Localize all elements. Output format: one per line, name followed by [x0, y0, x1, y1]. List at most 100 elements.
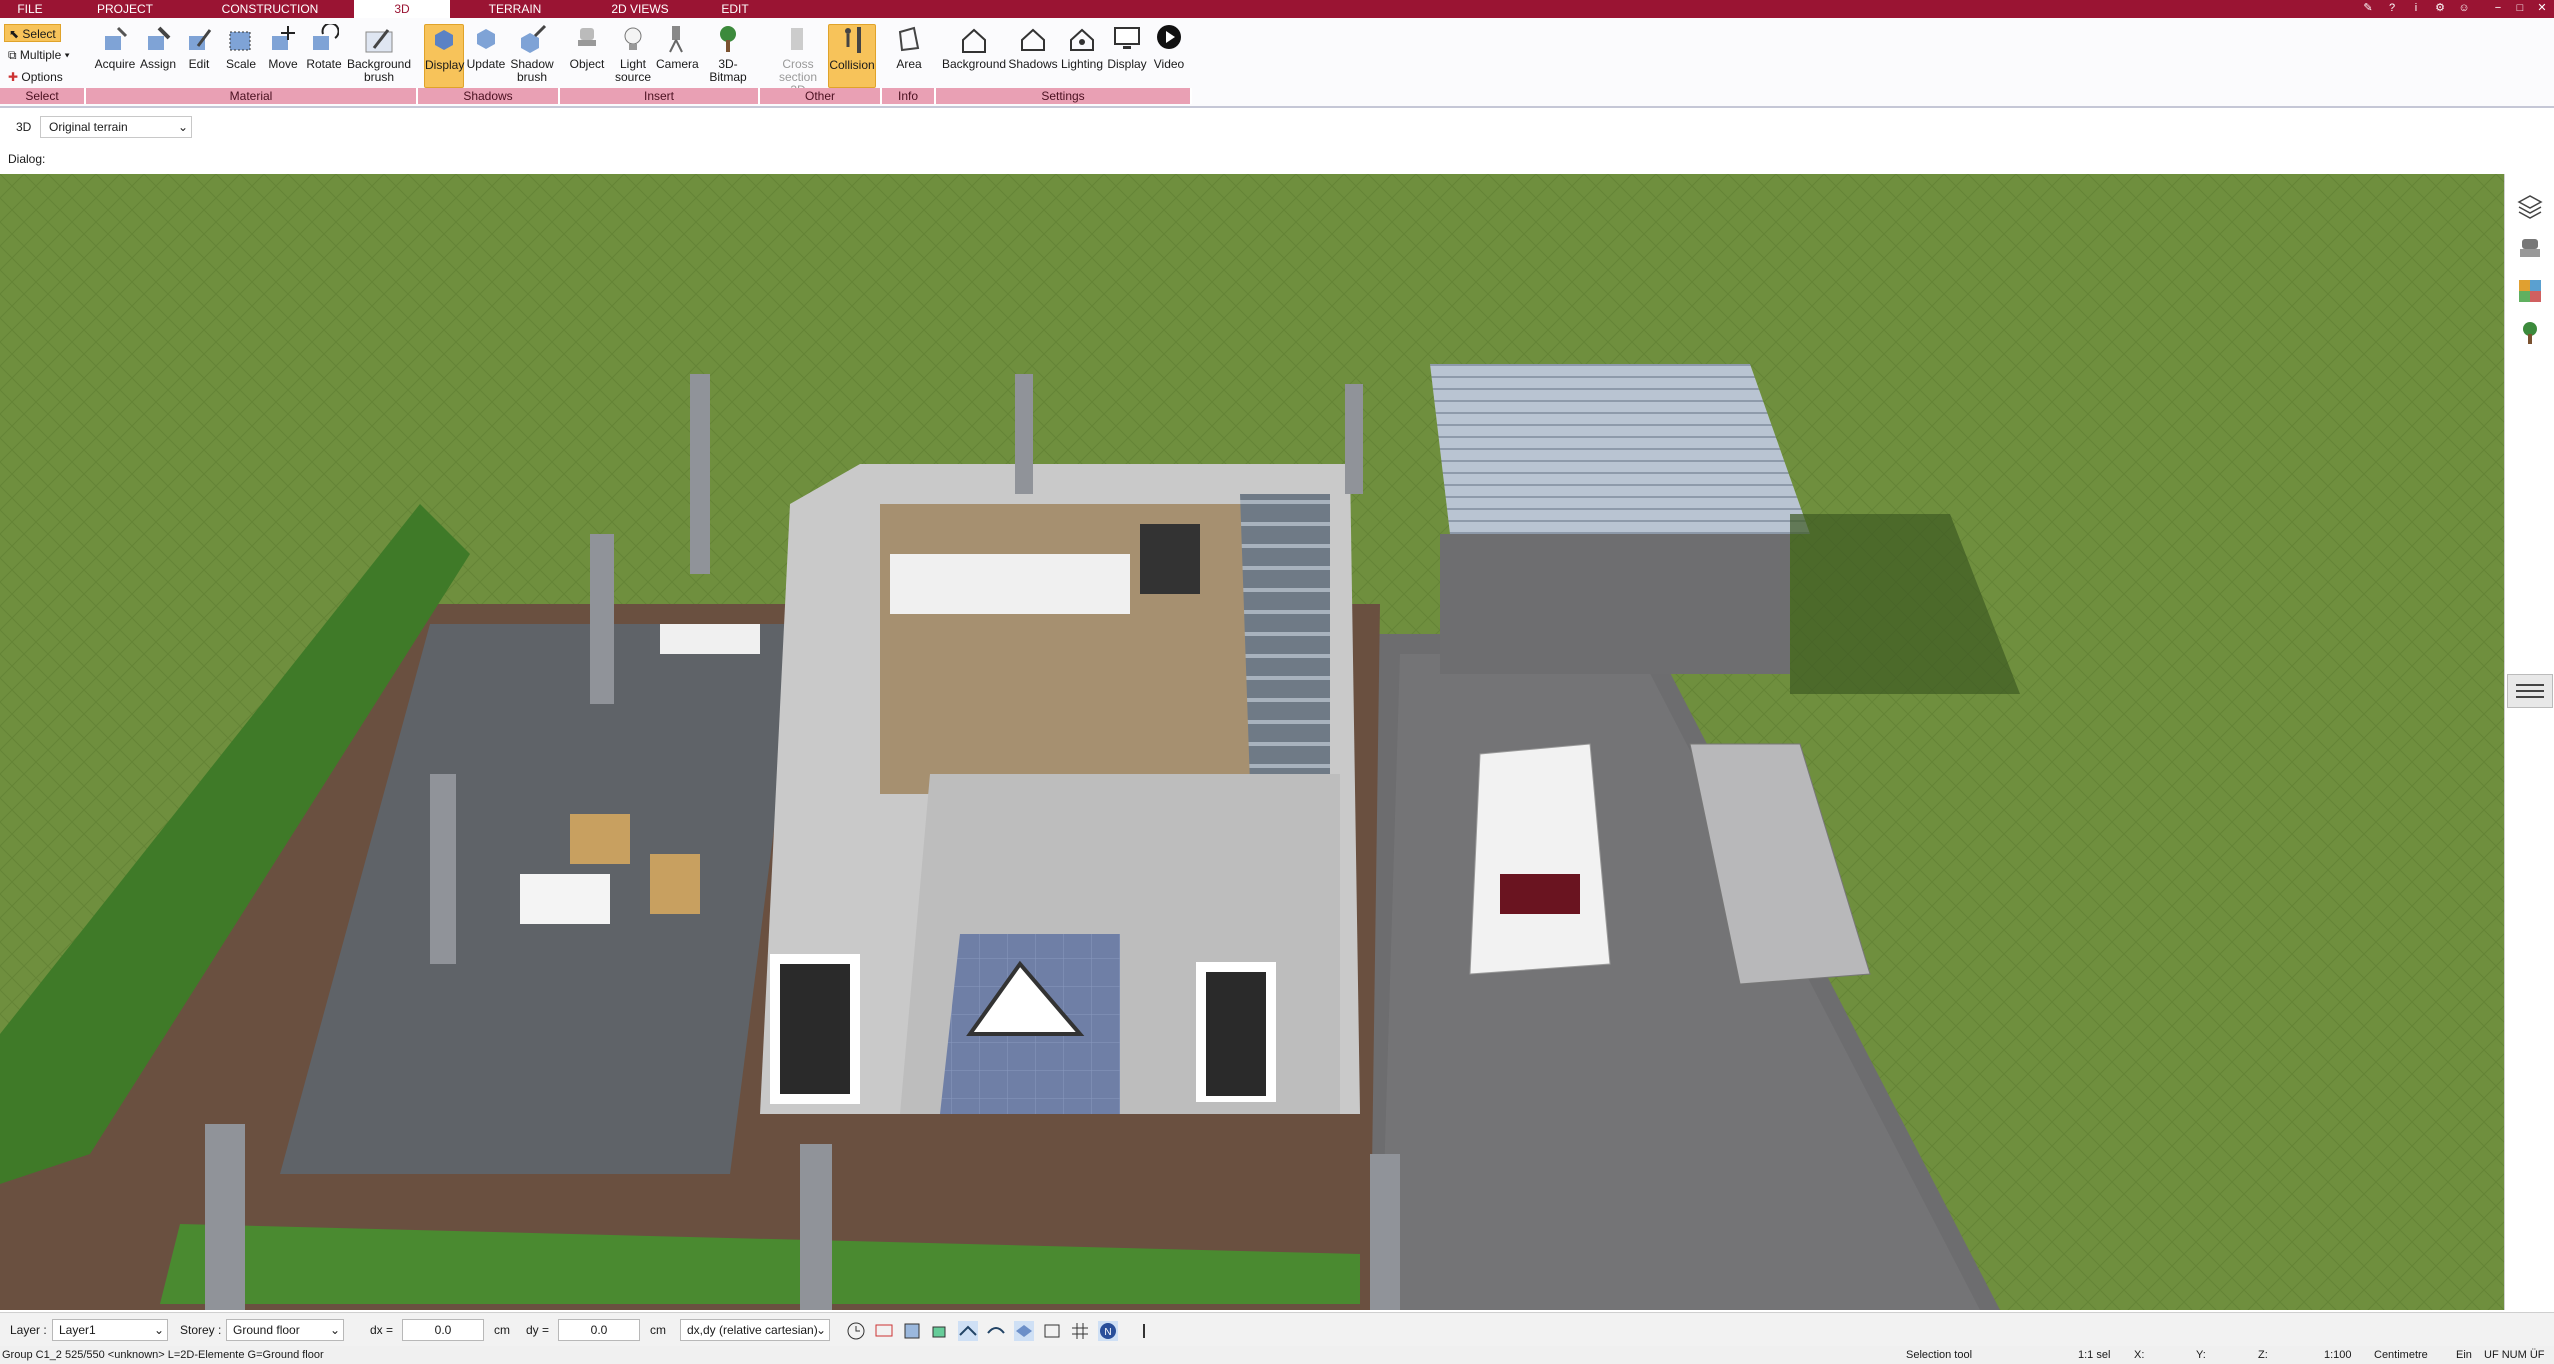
terrain-value: Original terrain	[49, 120, 128, 134]
cross-section-3d-button[interactable]: Cross section 3D	[770, 24, 826, 97]
dx-input[interactable]: 0.0	[402, 1319, 484, 1341]
view-mode-label: 3D	[16, 120, 32, 134]
screen-icon[interactable]	[874, 1321, 894, 1341]
terrain-icon[interactable]	[986, 1321, 1006, 1341]
area-button[interactable]: Area	[890, 24, 928, 71]
collision-button[interactable]: Collision	[828, 24, 876, 88]
multiple-button[interactable]: ⧉ Multiple ▾	[4, 46, 74, 64]
post-8	[1370, 1154, 1400, 1310]
dy-unit: cm	[650, 1323, 666, 1337]
view-selector-row: 3D Original terrain ⌄	[0, 112, 200, 142]
staircase	[1240, 494, 1330, 784]
multiple-icon: ⧉	[8, 48, 17, 62]
object-button[interactable]: Object	[566, 24, 608, 71]
close-button[interactable]: ✕	[2534, 1, 2550, 16]
tools-icon[interactable]: ✎	[2360, 1, 2376, 16]
options-button[interactable]: ✚ Options	[4, 68, 67, 86]
collision-icon	[845, 27, 861, 53]
dx-label: dx =	[370, 1323, 394, 1337]
edit-label: Edit	[188, 57, 210, 71]
menu-tab-bar: FILE PROJECT CONSTRUCTION 3D TERRAIN 2D …	[0, 0, 2554, 18]
3d-bitmap-button[interactable]: 3D-Bitmap	[700, 24, 756, 84]
post-4	[590, 534, 614, 704]
shadows-settings-label: Shadows	[1008, 57, 1058, 71]
white-car-interior	[1500, 874, 1580, 914]
tab-project[interactable]: PROJECT	[70, 0, 180, 18]
white-car	[1469, 743, 1611, 975]
move-icon	[272, 26, 295, 50]
layers-icon[interactable]	[2517, 194, 2543, 220]
hamburger-icon	[2516, 684, 2544, 698]
tab-3d[interactable]: 3D	[354, 0, 450, 18]
dy-value: 0.0	[590, 1323, 608, 1337]
tab-construction[interactable]: CONSTRUCTION	[190, 0, 350, 18]
move-label: Move	[268, 57, 298, 71]
status-unit: Centimetre	[2374, 1349, 2428, 1361]
materials-icon[interactable]	[2517, 278, 2543, 304]
wall-snap-icon[interactable]	[958, 1321, 978, 1341]
select-button[interactable]: ⬉ Select	[4, 24, 61, 42]
dy-input[interactable]: 0.0	[558, 1319, 640, 1341]
dx-value: 0.0	[434, 1323, 452, 1337]
storey-dropdown[interactable]: Ground floor ⌄	[226, 1319, 344, 1341]
move-button[interactable]: Move	[264, 24, 302, 71]
grid-icon[interactable]	[1070, 1321, 1090, 1341]
layer-dropdown[interactable]: Layer1 ⌄	[52, 1319, 168, 1341]
clock-icon[interactable]	[846, 1321, 866, 1341]
display-settings-button[interactable]: Display	[1106, 24, 1148, 71]
assign-button[interactable]: Assign	[138, 24, 178, 71]
options-label: Options	[21, 70, 63, 84]
3d-viewport[interactable]	[0, 174, 2504, 1310]
tab-2d-views[interactable]: 2D VIEWS	[590, 0, 690, 18]
plane-icon[interactable]	[1014, 1321, 1034, 1341]
light-source-label: Light source	[614, 57, 652, 84]
help-icon[interactable]: ?	[2384, 1, 2400, 16]
objects-icon[interactable]	[930, 1321, 950, 1341]
coord-mode-dropdown[interactable]: dx,dy (relative cartesian) ⌄	[680, 1319, 830, 1341]
plants-icon[interactable]	[2517, 320, 2543, 346]
lighting-button[interactable]: Lighting	[1058, 24, 1106, 71]
3d-scene	[0, 174, 2504, 1310]
info-icon[interactable]: i	[2408, 1, 2424, 16]
video-button[interactable]: Video	[1150, 24, 1188, 71]
background-brush-button[interactable]: Background brush	[346, 24, 412, 84]
lightbulb-icon	[624, 27, 642, 50]
shadows-update-button[interactable]: Update	[466, 24, 506, 71]
edit-material-button[interactable]: Edit	[182, 24, 216, 71]
background-button[interactable]: Background	[942, 24, 1006, 71]
snap-icon[interactable]	[902, 1321, 922, 1341]
shadow-brush-button[interactable]: Shadow brush	[508, 24, 556, 84]
collision-label: Collision	[829, 58, 875, 72]
info-bar-icon[interactable]	[1134, 1321, 1154, 1341]
tab-edit[interactable]: EDIT	[700, 0, 770, 18]
furniture-icon[interactable]	[2517, 236, 2543, 262]
maximize-button[interactable]: □	[2512, 1, 2528, 16]
north-icon[interactable]: N	[1098, 1321, 1118, 1341]
tab-terrain[interactable]: TERRAIN	[470, 0, 560, 18]
light-source-button[interactable]: Light source	[610, 24, 656, 84]
user-icon[interactable]: ☺	[2456, 1, 2472, 16]
scale-button[interactable]: Scale	[222, 24, 260, 71]
sun-lounger	[660, 624, 760, 654]
post-6	[205, 1124, 245, 1310]
tab-file[interactable]: FILE	[0, 0, 60, 18]
shadow-brush-icon	[521, 24, 547, 53]
layers-small-icon[interactable]	[1042, 1321, 1062, 1341]
background-brush-label: Background brush	[346, 57, 412, 84]
side-panel-toggle[interactable]	[2507, 674, 2553, 708]
terrain-dropdown[interactable]: Original terrain ⌄	[40, 116, 192, 138]
shadows-display-button[interactable]: Display	[424, 24, 464, 88]
acquire-button[interactable]: Acquire	[94, 24, 136, 71]
area-label: Area	[896, 57, 922, 71]
camera-button[interactable]: Camera	[656, 24, 699, 71]
chair-icon	[578, 28, 596, 46]
rotate-button[interactable]: Rotate	[304, 24, 344, 71]
shadows-settings-button[interactable]: Shadows	[1008, 24, 1058, 71]
settings-icon[interactable]: ⚙	[2432, 1, 2448, 16]
group-material-label: Material	[86, 88, 418, 104]
background-label: Background	[942, 57, 1007, 71]
post-2	[1015, 374, 1033, 494]
rotate-label: Rotate	[306, 57, 342, 71]
minimize-button[interactable]: −	[2490, 1, 2506, 16]
garden-chair	[570, 814, 630, 864]
